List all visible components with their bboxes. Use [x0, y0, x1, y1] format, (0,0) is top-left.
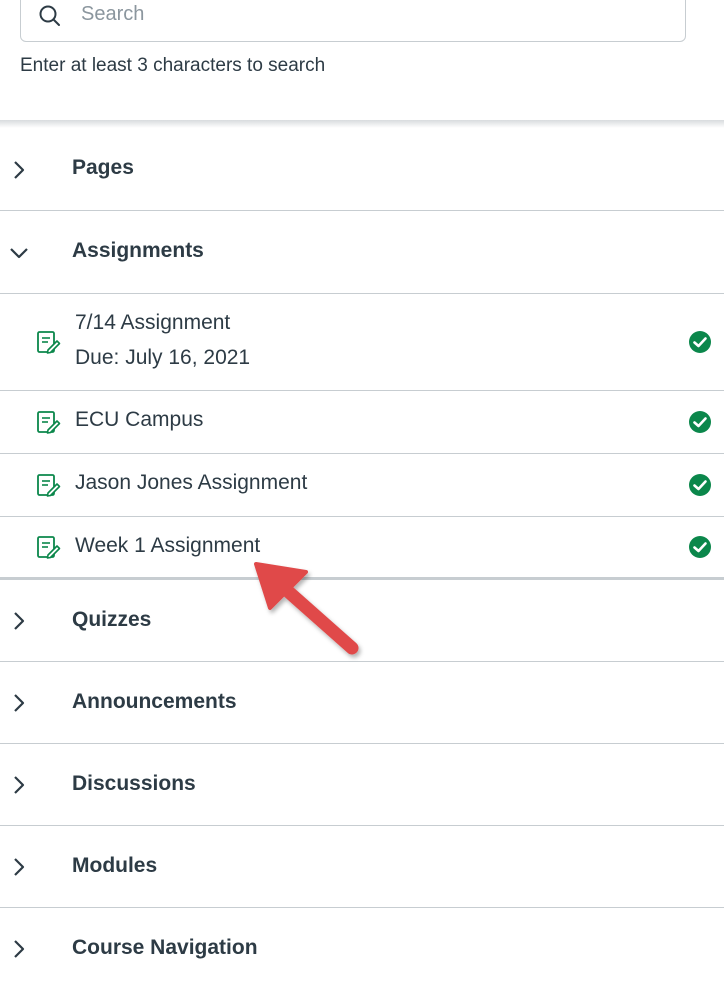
completed-check-icon — [689, 331, 711, 353]
section-assignments-label: Assignments — [72, 239, 204, 262]
chevron-right-icon — [14, 858, 25, 876]
assignment-icon — [37, 331, 61, 354]
completed-check-icon — [689, 474, 711, 496]
assignment-title: Jason Jones Assignment — [75, 471, 308, 494]
section-course-navigation-label: Course Navigation — [72, 936, 258, 959]
search-area: Enter at least 3 characters to search — [0, 0, 724, 120]
chevron-right-icon — [14, 776, 25, 794]
section-discussions-label: Discussions — [72, 772, 196, 795]
assignment-item[interactable]: Jason Jones Assignment — [0, 454, 724, 517]
section-announcements-label: Announcements — [72, 690, 237, 713]
search-input[interactable] — [81, 0, 671, 29]
section-quizzes-label: Quizzes — [72, 608, 152, 631]
section-announcements[interactable]: Announcements — [0, 662, 724, 744]
assignment-item[interactable]: 7/14 Assignment Due: July 16, 2021 — [0, 294, 724, 391]
completed-check-icon — [689, 411, 711, 433]
assignment-title: ECU Campus — [75, 408, 204, 431]
assignment-icon — [37, 411, 61, 434]
chevron-right-icon — [14, 161, 25, 179]
section-discussions[interactable]: Discussions — [0, 744, 724, 826]
assignment-item[interactable]: ECU Campus — [0, 391, 724, 454]
section-modules[interactable]: Modules — [0, 826, 724, 908]
section-course-navigation[interactable]: Course Navigation — [0, 908, 724, 983]
search-box[interactable] — [20, 0, 686, 42]
section-pages[interactable]: Pages — [0, 128, 724, 211]
chevron-right-icon — [14, 694, 25, 712]
annotation-arrow-icon — [254, 562, 359, 655]
assignment-title: Week 1 Assignment — [75, 534, 261, 557]
section-assignments[interactable]: Assignments — [0, 211, 724, 294]
assignment-title: 7/14 Assignment — [75, 311, 231, 334]
assignment-icon — [37, 536, 61, 559]
assignment-icon — [37, 474, 61, 497]
completed-check-icon — [689, 536, 711, 558]
search-icon — [39, 5, 60, 26]
section-pages-label: Pages — [72, 156, 134, 179]
assignment-due-date: Due: July 16, 2021 — [75, 346, 251, 369]
search-divider-shadow — [0, 120, 724, 128]
chevron-down-icon — [10, 248, 28, 259]
chevron-right-icon — [14, 940, 25, 958]
section-modules-label: Modules — [72, 854, 158, 877]
search-hint: Enter at least 3 characters to search — [20, 55, 326, 76]
chevron-right-icon — [14, 612, 25, 630]
